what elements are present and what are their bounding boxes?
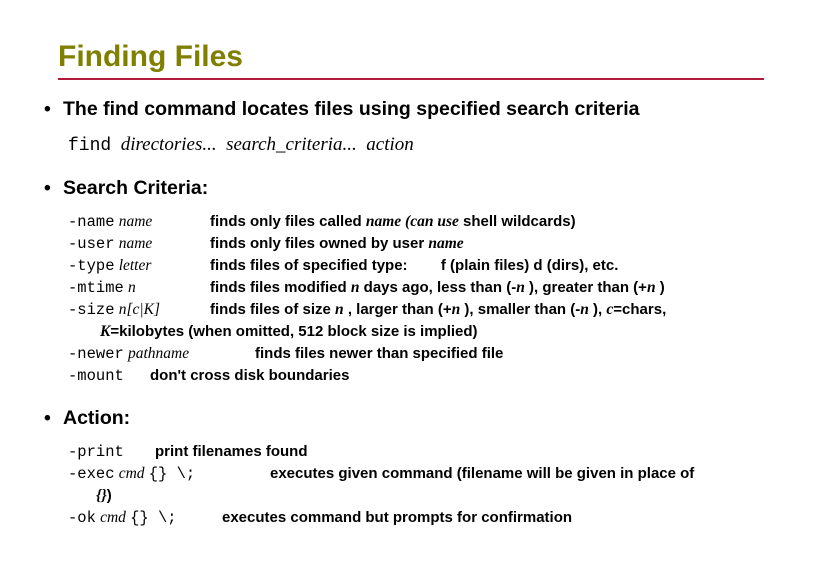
bullet-glyph: •	[44, 407, 51, 429]
option-key: -type letter	[68, 255, 151, 277]
option-flag: -print	[68, 443, 124, 461]
option-description: don't cross disk boundaries	[150, 367, 350, 384]
search-criteria-heading: • Search Criteria:	[0, 175, 818, 201]
option-row-mount: -mount don't cross disk boundaries	[0, 365, 818, 387]
option-description: finds files of specified type: f (plain …	[210, 255, 618, 277]
option-desc-italic: name	[428, 235, 464, 252]
size-continuation-line: K=kilobytes (when omitted, 512 block siz…	[0, 321, 818, 343]
option-desc-pre: finds files of specified type:	[210, 257, 408, 274]
option-desc-post: shell wildcards)	[458, 213, 576, 230]
option-key: -ok cmd {} \;	[68, 507, 177, 529]
option-flag: -type	[68, 257, 115, 275]
option-key: -name name	[68, 211, 152, 233]
option-param-cmd: cmd	[100, 509, 126, 526]
option-param: name	[118, 235, 153, 252]
option-param: n	[127, 279, 136, 296]
option-key: -user name	[68, 233, 152, 255]
option-param: name	[118, 213, 153, 230]
action-heading: • Action:	[0, 405, 818, 431]
find-syntax-line: find directories... search_criteria... a…	[0, 130, 818, 161]
option-row-name: -name name finds only files called name …	[0, 211, 818, 233]
option-param: n[c|K]	[118, 301, 160, 318]
option-row-type: -type letter finds files of specified ty…	[0, 255, 818, 277]
option-description: finds files newer than specified file	[255, 345, 504, 362]
option-description: finds only files called name (can use sh…	[210, 211, 576, 233]
size-continuation-italic: K	[100, 323, 111, 340]
option-flag: -mount	[68, 367, 124, 385]
title-divider	[58, 78, 764, 80]
option-key: -mount	[68, 365, 124, 387]
size-continuation-text: =kilobytes (when omitted, 512 block size…	[110, 323, 478, 340]
exec-continuation-text: )	[106, 487, 112, 504]
option-param: letter	[118, 257, 152, 274]
slide-body: • The find command locates files using s…	[0, 96, 818, 529]
option-description: print filenames found	[155, 443, 308, 460]
option-desc-post: f (plain files) d (dirs), etc.	[407, 257, 619, 274]
option-flag: -exec	[68, 465, 115, 483]
option-desc-italic: name (can use	[365, 213, 459, 230]
option-desc-pre: finds only files called	[210, 213, 366, 230]
option-flag: -ok	[68, 509, 96, 527]
option-flag: -newer	[68, 345, 124, 363]
option-key: -exec cmd {} \;	[68, 463, 195, 485]
action-heading-text: Action:	[63, 407, 131, 429]
option-row-ok: -ok cmd {} \; executes command but promp…	[0, 507, 818, 529]
intro-bullet: • The find command locates files using s…	[0, 96, 818, 122]
option-description: finds only files owned by user name	[210, 233, 464, 255]
option-description: executes command but prompts for confirm…	[222, 509, 573, 526]
option-param-braces: {} \;	[148, 465, 196, 483]
slide: Finding Files • The find command locates…	[0, 0, 818, 578]
syntax-arg-directories: directories...	[120, 134, 217, 155]
option-row-exec: -exec cmd {} \; executes given command (…	[0, 463, 818, 485]
option-row-size: -size n[c|K] finds files of size n , lar…	[0, 299, 818, 321]
option-key: -mtime n	[68, 277, 136, 299]
option-key: -newer pathname	[68, 343, 189, 365]
intro-bullet-text: The find command locates files using spe…	[63, 98, 640, 120]
option-param-cmd: cmd	[118, 465, 145, 482]
exec-continuation-italic: {}	[96, 487, 107, 504]
option-row-print: -print print filenames found	[0, 441, 818, 463]
option-row-user: -user name finds only files owned by use…	[0, 233, 818, 255]
exec-continuation-line: {})	[0, 485, 818, 507]
syntax-arg-action: action	[366, 134, 414, 155]
option-key: -size n[c|K]	[68, 299, 160, 321]
syntax-command: find	[68, 136, 112, 156]
option-description: finds files modified n days ago, less th…	[210, 279, 665, 296]
option-description: finds files of size n , larger than (+n …	[210, 301, 667, 318]
option-flag: -mtime	[68, 279, 124, 297]
option-flag: -user	[68, 235, 115, 253]
option-row-mtime: -mtime n finds files modified n days ago…	[0, 277, 818, 299]
option-flag: -size	[68, 301, 115, 319]
page-title: Finding Files	[58, 40, 243, 73]
bullet-glyph: •	[44, 98, 51, 120]
option-row-newer: -newer pathname finds files newer than s…	[0, 343, 818, 365]
option-param-braces: {} \;	[130, 509, 177, 527]
search-criteria-heading-text: Search Criteria:	[63, 177, 209, 199]
option-flag: -name	[68, 213, 115, 231]
option-desc-pre: finds only files owned by user	[210, 235, 429, 252]
option-param: pathname	[127, 345, 190, 362]
syntax-arg-criteria: search_criteria...	[226, 134, 357, 155]
option-description: executes given command (filename will be…	[270, 465, 695, 482]
bullet-glyph: •	[44, 177, 51, 199]
option-key: -print	[68, 441, 124, 463]
